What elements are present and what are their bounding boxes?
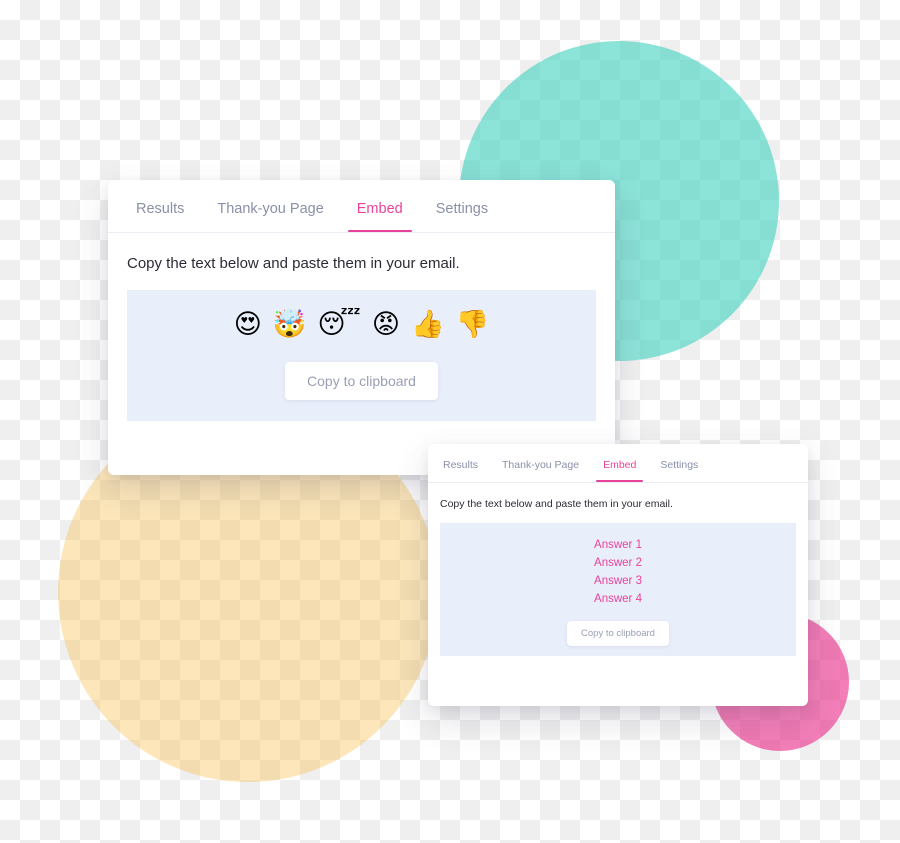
sleeping-face-icon[interactable]: 😴 [318, 311, 361, 338]
main-card-body: Copy the text below and paste them in yo… [108, 233, 615, 421]
tab-embed-secondary-label: Embed [603, 458, 637, 471]
tab-thank-you-page-secondary[interactable]: Thank-you Page [495, 458, 586, 483]
exploding-head-icon[interactable]: 🤯 [273, 311, 307, 338]
embed-preview-panel-secondary: Answer 1 Answer 2 Answer 3 Answer 4 Copy… [440, 523, 796, 656]
copy-to-clipboard-button-secondary[interactable]: Copy to clipboard [567, 621, 669, 646]
secondary-card-tabbar: Results Thank-you Page Embed Settings [428, 444, 808, 483]
main-card-tabbar: Results Thank-you Page Embed Settings [108, 180, 615, 233]
answer-link-4[interactable]: Answer 4 [440, 590, 796, 608]
embed-card-main: Results Thank-you Page Embed Settings Co… [108, 180, 615, 475]
tab-settings-secondary-label: Settings [660, 458, 699, 471]
tab-settings-label: Settings [435, 200, 489, 217]
answer-link-2[interactable]: Answer 2 [440, 554, 796, 572]
embed-card-secondary: Results Thank-you Page Embed Settings Co… [428, 444, 808, 706]
tab-thank-you-page[interactable]: Thank-you Page [208, 200, 332, 233]
answer-link-1[interactable]: Answer 1 [440, 536, 796, 554]
secondary-card-body: Copy the text below and paste them in yo… [428, 483, 808, 656]
tab-settings[interactable]: Settings [427, 200, 497, 233]
instruction-text-secondary: Copy the text below and paste them in yo… [440, 498, 673, 510]
pouting-angry-face-icon[interactable]: 😡 [372, 311, 400, 338]
tab-results[interactable]: Results [127, 200, 193, 233]
thumbs-down-icon[interactable]: 👎 [456, 311, 490, 338]
tab-embed-secondary[interactable]: Embed [596, 458, 644, 483]
tab-embed-label: Embed [356, 200, 403, 217]
tab-thank-you-page-secondary-label: Thank-you Page [502, 458, 580, 471]
smiling-face-with-heart-eyes-icon[interactable]: 😍 [234, 311, 262, 338]
thumbs-up-icon[interactable]: 👍 [411, 311, 445, 338]
instruction-text: Copy the text below and paste them in yo… [127, 255, 460, 272]
tab-embed[interactable]: Embed [347, 200, 412, 233]
tab-results-label: Results [136, 200, 185, 217]
answer-link-3[interactable]: Answer 3 [440, 572, 796, 590]
tab-results-secondary[interactable]: Results [436, 458, 485, 483]
embed-preview-panel: 😍 🤯 😴 😡 👍 👎 Copy to clipboard [127, 290, 596, 421]
tab-settings-secondary[interactable]: Settings [653, 458, 705, 483]
emoji-row: 😍 🤯 😴 😡 👍 👎 [127, 311, 596, 338]
answer-list: Answer 1 Answer 2 Answer 3 Answer 4 [440, 536, 796, 608]
copy-to-clipboard-button[interactable]: Copy to clipboard [285, 362, 438, 400]
tab-results-secondary-label: Results [443, 458, 479, 471]
tab-thank-you-page-label: Thank-you Page [217, 200, 324, 217]
canvas-stage: Results Thank-you Page Embed Settings Co… [0, 0, 900, 843]
